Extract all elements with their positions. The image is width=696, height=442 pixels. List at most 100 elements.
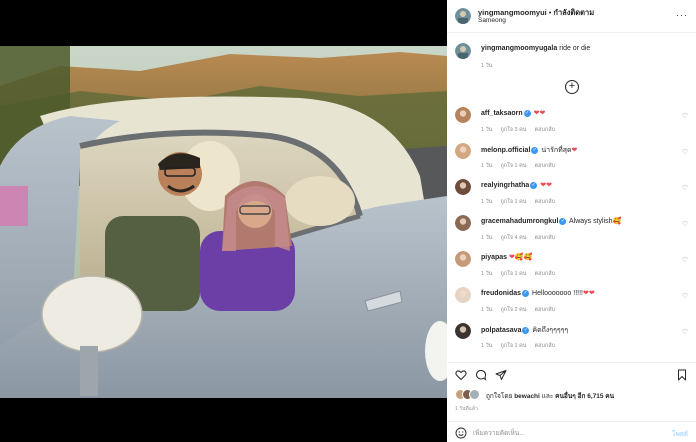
comment-text: น่ารักที่สุด: [541, 147, 572, 154]
commenter-avatar[interactable]: [455, 143, 471, 159]
caption-text: yingmangmoomyugala ride or die: [481, 45, 590, 52]
comment-likes-count[interactable]: ถูกใจ 4 คน: [500, 235, 526, 241]
comment-likes-count[interactable]: ถูกใจ 1 คน: [500, 199, 526, 205]
heart-icon[interactable]: ♡: [682, 256, 688, 264]
comment-item: melonp.official ✓ น่ารักที่สุด❤ 1 วัน ถูกใจ…: [447, 140, 696, 174]
likes-prefix: ถูกใจโดย: [486, 393, 513, 400]
comment-time: 1 วัน: [481, 271, 493, 277]
likes-others[interactable]: คนอื่นๆ อีก 6,715 คน: [555, 393, 614, 400]
smile-icon[interactable]: [455, 427, 467, 439]
caption-username[interactable]: yingmangmoomyugala: [481, 45, 557, 52]
comment-username[interactable]: polpatasava: [481, 327, 521, 334]
comment-time: 1 วัน: [481, 163, 493, 169]
plus-circle-icon[interactable]: +: [565, 80, 579, 94]
comment-item: aff_taksaorn ✓ ❤❤ 1 วัน ถูกใจ 3 คน ตอบกลับ ♡: [447, 104, 696, 138]
comment-line: realyingrhatha ✓ ❤❤: [481, 181, 552, 189]
verified-badge-icon: ✓: [522, 289, 530, 297]
comment-likes-count[interactable]: ถูกใจ 1 คน: [500, 163, 526, 169]
comment-meta: 1 วัน ถูกใจ 2 คน ตอบกลับ: [481, 306, 563, 314]
comment-meta: 1 วัน ถูกใจ 1 คน ตอบกลับ: [481, 342, 563, 350]
comment-likes-count[interactable]: ถูกใจ 2 คน: [500, 307, 526, 313]
comment-likes-count[interactable]: ถูกใจ 3 คน: [500, 127, 526, 133]
commenter-avatar[interactable]: [455, 179, 471, 195]
heart-icon[interactable]: ♡: [682, 112, 688, 120]
comment-meta: 1 วัน ถูกใจ 3 คน ตอบกลับ: [481, 126, 563, 134]
red-heart-icon: ❤: [571, 147, 578, 154]
heart-icon[interactable]: ♡: [682, 292, 688, 300]
post-header: yingmangmoomyui • กำลังติดตาม Sameong ···: [447, 0, 696, 33]
comment-icon[interactable]: [475, 369, 487, 381]
reply-button[interactable]: ตอบกลับ: [535, 235, 556, 241]
reply-button[interactable]: ตอบกลับ: [535, 163, 556, 169]
reply-button[interactable]: ตอบกลับ: [535, 199, 556, 205]
caption-body: ride or die: [559, 45, 591, 52]
comment-username[interactable]: gracemahadumrongkul: [481, 218, 558, 225]
verified-badge-icon: ✓: [530, 181, 538, 189]
commenter-avatar[interactable]: [455, 107, 471, 123]
comment-time: 1 วัน: [481, 307, 493, 313]
bookmark-icon[interactable]: [676, 369, 688, 381]
comment-text: Always stylish: [568, 218, 613, 225]
comment-item: piyapas ❤🥰🥰 1 วัน ถูกใจ 1 คน ตอบกลับ ♡: [447, 248, 696, 282]
comment-likes-count[interactable]: ถูกใจ 1 คน: [500, 343, 526, 349]
post-photo-area: [0, 0, 447, 442]
comment-line: gracemahadumrongkul ✓ Always stylish🥰: [481, 217, 621, 225]
reply-button[interactable]: ตอบกลับ: [535, 127, 556, 133]
verified-badge-icon: ✓: [531, 146, 539, 154]
commenter-avatar[interactable]: [455, 323, 471, 339]
comment-input[interactable]: [473, 426, 653, 440]
heart-icon[interactable]: [455, 369, 467, 381]
comment-emoji: 🥰🥰: [514, 254, 533, 261]
reply-button[interactable]: ตอบกลับ: [535, 343, 556, 349]
likes-summary: ถูกใจโดย bewachi และ คนอื่นๆ อีก 6,715 ค…: [455, 389, 695, 401]
verified-badge-icon: ✓: [522, 326, 530, 334]
commenter-avatar[interactable]: [455, 251, 471, 267]
add-comment-bar: โพสต์: [447, 421, 696, 442]
red-heart-icon: ❤: [588, 290, 595, 297]
comment-item: polpatasava ✓ คิดถึงๆๆๆๆๆ 1 วัน ถูกใจ 1 คน ต…: [447, 320, 696, 354]
comment-time: 1 วัน: [481, 199, 493, 205]
comment-likes-count[interactable]: ถูกใจ 1 คน: [500, 271, 526, 277]
comment-username[interactable]: piyapas: [481, 254, 507, 261]
post-comment-button[interactable]: โพสต์: [672, 429, 688, 439]
commenter-avatar[interactable]: [455, 287, 471, 303]
comment-item: realyingrhatha ✓ ❤❤ 1 วัน ถูกใจ 1 คน ตอบกลับ…: [447, 176, 696, 210]
comment-username[interactable]: melonp.official: [481, 147, 530, 154]
heart-icon[interactable]: ♡: [682, 328, 688, 336]
post-image[interactable]: [0, 46, 447, 398]
share-icon[interactable]: [495, 369, 507, 381]
comment-meta: 1 วัน ถูกใจ 1 คน ตอบกลับ: [481, 162, 563, 170]
likes-text[interactable]: ถูกใจโดย bewachi และ คนอื่นๆ อีก 6,715 ค…: [486, 391, 614, 401]
post-side-panel: yingmangmoomyui • กำลังติดตาม Sameong ··· …: [447, 0, 696, 442]
comment-meta: 1 วัน ถูกใจ 4 คน ตอบกลับ: [481, 234, 563, 242]
author-avatar[interactable]: [455, 8, 471, 24]
heart-icon[interactable]: ♡: [682, 148, 688, 156]
comment-username[interactable]: realyingrhatha: [481, 182, 529, 189]
reply-button[interactable]: ตอบกลับ: [535, 271, 556, 277]
author-username[interactable]: yingmangmoomyui: [478, 8, 547, 17]
comment-item: freudonidas ✓ Hellooooooo !!!!!❤❤ 1 วัน ถูก…: [447, 284, 696, 318]
comment-line: piyapas ❤🥰🥰: [481, 253, 532, 261]
more-options-icon[interactable]: ···: [676, 10, 688, 20]
comment-time: 1 วัน: [481, 343, 493, 349]
verified-badge-icon: ✓: [559, 217, 567, 225]
comment-time: 1 วัน: [481, 235, 493, 241]
heart-icon[interactable]: ♡: [682, 184, 688, 192]
liker-avatar: [469, 389, 480, 400]
comment-emoji: 🥰: [612, 218, 622, 225]
commenter-avatar[interactable]: [455, 215, 471, 231]
comment-line: freudonidas ✓ Hellooooooo !!!!!❤❤: [481, 289, 595, 297]
caption-time: 1 วัน: [481, 63, 493, 69]
location-link[interactable]: Sameong: [478, 17, 506, 24]
reply-button[interactable]: ตอบกลับ: [535, 307, 556, 313]
comment-line: melonp.official ✓ น่ารักที่สุด❤: [481, 145, 577, 156]
comment-text: คิดถึงๆๆๆๆๆ: [532, 327, 569, 334]
comment-line: polpatasava ✓ คิดถึงๆๆๆๆๆ: [481, 325, 568, 336]
comment-username[interactable]: aff_taksaorn: [481, 110, 523, 117]
red-heart-icon: ❤: [546, 182, 552, 189]
comment-username[interactable]: freudonidas: [481, 290, 521, 297]
likes-user[interactable]: bewachi: [514, 393, 540, 400]
heart-icon[interactable]: ♡: [682, 220, 688, 228]
caption-avatar[interactable]: [455, 43, 471, 59]
following-button[interactable]: กำลังติดตาม: [553, 8, 594, 17]
